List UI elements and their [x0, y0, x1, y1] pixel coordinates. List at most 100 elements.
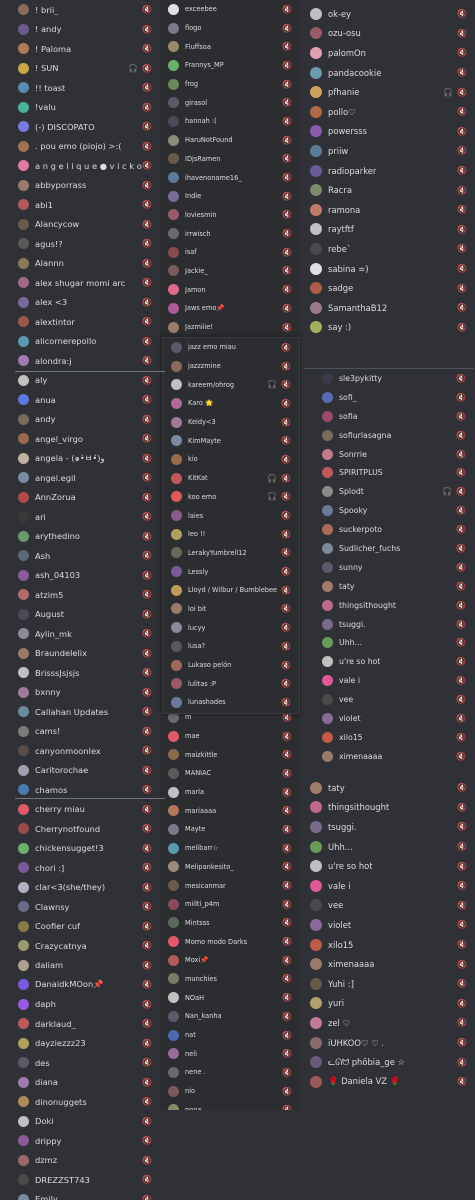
avatar[interactable] [18, 998, 29, 1010]
member-row[interactable]: thingsithought 🔇 [300, 798, 475, 818]
avatar[interactable] [168, 1104, 179, 1110]
member-row[interactable]: Spooky 🔇 [304, 501, 474, 520]
member-row[interactable]: dinonuggets 🔇 [0, 1092, 160, 1112]
member-row[interactable]: KimMayte 🔇 [163, 431, 299, 450]
member-row[interactable]: vale i 🔇 [300, 876, 475, 896]
member-row[interactable]: NOaH 🔇 [160, 988, 300, 1007]
avatar[interactable] [168, 321, 179, 333]
member-row[interactable]: ! SUN 🔇 🎧 [0, 59, 160, 79]
avatar[interactable] [310, 27, 322, 40]
member-row[interactable]: lusa? 🔇 [163, 637, 299, 656]
avatar[interactable] [18, 355, 29, 367]
member-row[interactable]: taty 🔇 [304, 577, 474, 596]
avatar[interactable] [18, 452, 29, 464]
member-row[interactable]: laies 🔇 [163, 506, 299, 525]
member-row[interactable]: frog 🔇 [160, 75, 300, 94]
avatar[interactable] [18, 920, 29, 932]
avatar[interactable] [18, 82, 29, 94]
avatar[interactable] [171, 379, 182, 391]
avatar[interactable] [18, 374, 29, 386]
member-row[interactable]: alextintor 🔇 [0, 312, 160, 332]
member-row[interactable]: powersss 🔇 [300, 122, 475, 142]
avatar[interactable] [322, 524, 333, 536]
member-row[interactable]: Momo modo Darks 🔇 [160, 932, 300, 951]
avatar[interactable] [322, 675, 333, 687]
avatar[interactable] [171, 416, 182, 428]
avatar[interactable] [168, 767, 179, 779]
member-row[interactable]: lulitas :P 🔇 [163, 674, 299, 693]
member-row[interactable]: Aylin_mk 🔇 [0, 624, 160, 644]
member-row[interactable]: mariaaaa 🔇 [160, 801, 300, 820]
avatar[interactable] [171, 360, 182, 372]
avatar[interactable] [18, 667, 29, 679]
member-row[interactable]: alex shugar momi arc 🔇 [0, 273, 160, 293]
avatar[interactable] [168, 730, 179, 742]
member-row[interactable]: !! toast 🔇 [0, 78, 160, 98]
member-row[interactable]: cherry miau 🔇 [0, 800, 160, 820]
member-row[interactable]: BrisssJsjsjs 🔇 [0, 663, 160, 683]
avatar[interactable] [168, 861, 179, 873]
member-row[interactable]: ramona 🔇 [300, 200, 475, 220]
avatar[interactable] [310, 301, 322, 314]
avatar[interactable] [18, 491, 29, 503]
avatar[interactable] [18, 1037, 29, 1049]
member-row[interactable]: iUHKOO♡ ♡ . 🔇 [300, 1033, 475, 1053]
member-row[interactable]: Mayte 🔇 [160, 820, 300, 839]
avatar[interactable] [18, 1135, 29, 1147]
avatar[interactable] [310, 1016, 322, 1029]
avatar[interactable] [310, 1056, 322, 1069]
avatar[interactable] [168, 302, 179, 314]
member-row[interactable]: girasol 🔇 [160, 93, 300, 112]
avatar[interactable] [168, 805, 179, 817]
avatar[interactable] [168, 209, 179, 221]
member-row[interactable]: isaf 🔇 [160, 243, 300, 262]
member-row[interactable]: Keidy<3 🔇 [163, 413, 299, 432]
avatar[interactable] [322, 731, 333, 743]
avatar[interactable] [18, 101, 29, 113]
member-row[interactable]: Callahan Updates 🔇 [0, 702, 160, 722]
avatar[interactable] [18, 296, 29, 308]
member-row[interactable]: nene . 🔇 [160, 1063, 300, 1082]
member-row[interactable]: angel_virgo 🔇 [0, 429, 160, 449]
member-row[interactable]: vee 🔇 [304, 690, 474, 709]
avatar[interactable] [168, 3, 179, 15]
member-row[interactable]: Karo 🌟 🔇 [163, 394, 299, 413]
avatar[interactable] [310, 7, 322, 20]
avatar[interactable] [18, 316, 29, 328]
member-row[interactable]: darklaud_ 🔇 [0, 1014, 160, 1034]
avatar[interactable] [171, 659, 182, 671]
avatar[interactable] [171, 528, 182, 540]
avatar[interactable] [322, 486, 333, 498]
member-row[interactable]: alicornerepollo 🔇 [0, 332, 160, 352]
member-row[interactable]: daph 🔇 [0, 995, 160, 1015]
member-row[interactable]: IDjsRamen 🔇 [160, 150, 300, 169]
member-row[interactable]: LerakyYumbrell12 🔇 [163, 544, 299, 563]
avatar[interactable] [322, 618, 333, 630]
member-row[interactable]: dzmz 🔇 [0, 1151, 160, 1171]
avatar[interactable] [18, 901, 29, 913]
avatar[interactable] [168, 97, 179, 109]
member-row[interactable]: Ash 🔇 [0, 546, 160, 566]
avatar[interactable] [168, 917, 179, 929]
member-row[interactable]: rebe` 🔇 [300, 239, 475, 259]
avatar[interactable] [310, 144, 322, 157]
avatar[interactable] [18, 335, 29, 347]
member-row[interactable]: angela - (๑•̀ㅂ•́)و 🔇 [0, 449, 160, 469]
member-row[interactable]: abi1 🔇 [0, 195, 160, 215]
member-row[interactable]: alex <3 🔇 [0, 293, 160, 313]
avatar[interactable] [168, 1066, 179, 1078]
avatar[interactable] [18, 511, 29, 523]
avatar[interactable] [18, 530, 29, 542]
avatar[interactable] [168, 992, 179, 1004]
member-row[interactable]: irrwisch 🔇 [160, 224, 300, 243]
avatar[interactable] [322, 410, 333, 422]
avatar[interactable] [18, 121, 29, 133]
member-row[interactable]: mae 🔇 [160, 727, 300, 746]
avatar[interactable] [18, 1076, 29, 1088]
avatar[interactable] [18, 823, 29, 835]
avatar[interactable] [310, 997, 322, 1010]
member-row[interactable]: sle3pykitty 🔇 [304, 369, 474, 388]
member-row[interactable]: maizkittle 🔇 [160, 745, 300, 764]
avatar[interactable] [168, 284, 179, 296]
avatar[interactable] [168, 41, 179, 53]
